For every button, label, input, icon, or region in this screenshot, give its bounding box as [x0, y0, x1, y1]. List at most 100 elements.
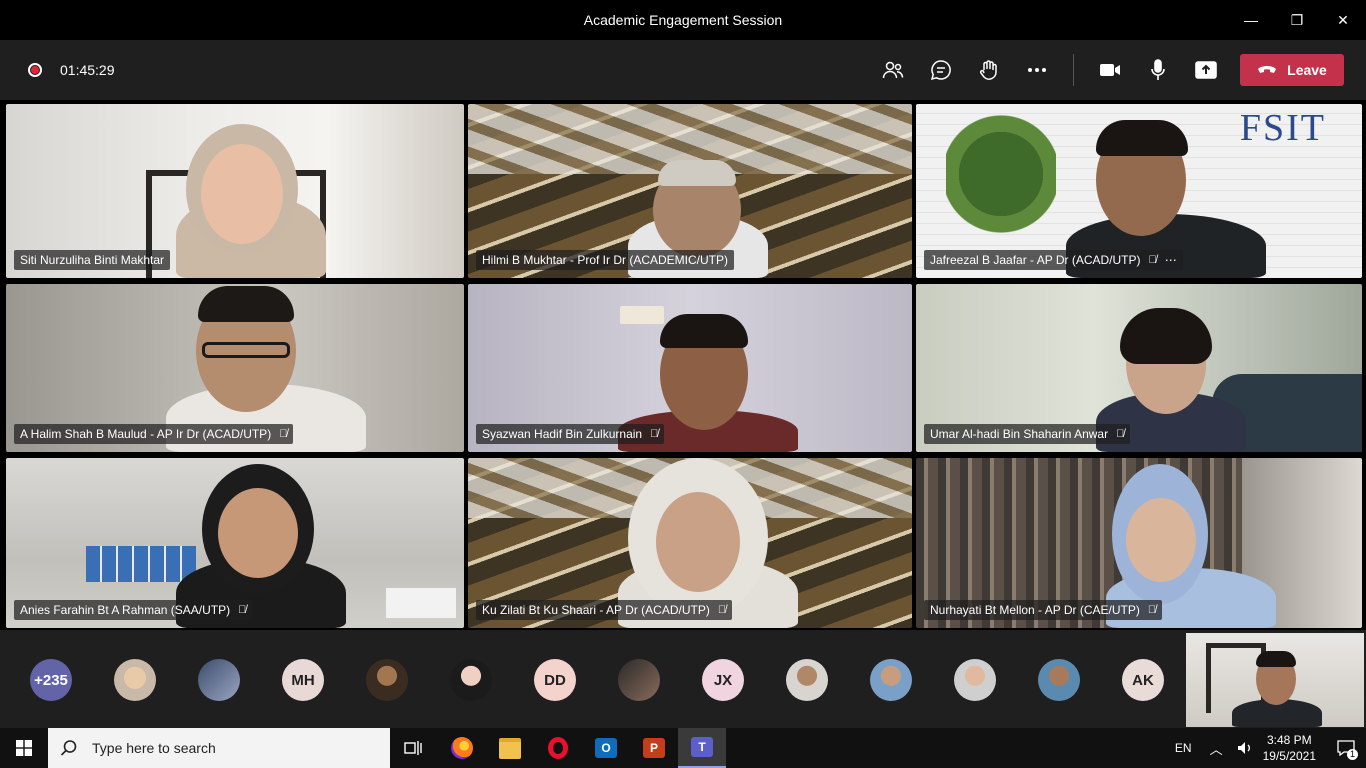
raise-hand-button[interactable]	[965, 46, 1013, 94]
participant-avatar[interactable]: DD	[534, 659, 576, 701]
participant-tile[interactable]: Hilmi B Mukhtar - Prof Ir Dr (ACADEMIC/U…	[468, 104, 912, 278]
notification-center-button[interactable]: 1	[1326, 728, 1366, 768]
overflow-count-avatar[interactable]: +235	[30, 659, 72, 701]
participant-tile[interactable]: A Halim Shah B Maulud - AP Ir Dr (ACAD/U…	[6, 284, 464, 452]
mic-off-icon: 🎙̸	[1147, 604, 1157, 616]
participant-name: A Halim Shah B Maulud - AP Ir Dr (ACAD/U…	[20, 427, 272, 441]
participant-name: Syazwan Hadif Bin Zulkurnain	[482, 427, 643, 441]
title-bar: Academic Engagement Session — ❐ ✕	[0, 0, 1366, 40]
taskbar-clock[interactable]: 3:48 PM 19/5/2021	[1263, 732, 1316, 764]
meeting-toolbar: 01:45:29 Leave	[0, 40, 1366, 100]
powerpoint-icon: P	[643, 738, 665, 758]
mic-off-icon: 🎙̸	[1116, 428, 1125, 440]
participant-tile[interactable]: Anies Farahin Bt A Rahman (SAA/UTP) 🎙̸	[6, 458, 464, 628]
show-conversation-button[interactable]	[917, 46, 965, 94]
participant-tile[interactable]: Umar Al-hadi Bin Shaharin Anwar 🎙̸	[916, 284, 1362, 452]
camera-button[interactable]	[1086, 46, 1134, 94]
participant-avatar[interactable]	[618, 659, 660, 701]
participant-name-tag: A Halim Shah B Maulud - AP Ir Dr (ACAD/U…	[14, 424, 294, 444]
file-explorer-app[interactable]	[486, 728, 534, 768]
participant-more-button[interactable]: ⋯	[1165, 253, 1177, 267]
participant-name: Hilmi B Mukhtar - Prof Ir Dr (ACADEMIC/U…	[482, 253, 729, 267]
task-view-button[interactable]	[390, 728, 438, 768]
mic-off-icon: 🎙̸	[717, 604, 727, 616]
mic-off-icon: 🎙̸	[1148, 254, 1157, 266]
participant-tile[interactable]: FSIT Jafreezal B Jaafar - AP Dr (ACAD/UT…	[916, 104, 1362, 278]
windows-taskbar: Type here to search O P T EN ︿ 3:48 PM 1…	[0, 728, 1366, 768]
participant-name-tag: Anies Farahin Bt A Rahman (SAA/UTP) 🎙̸	[14, 600, 253, 620]
self-view-video[interactable]	[1186, 633, 1364, 727]
mic-off-icon: 🎙̸	[238, 604, 247, 616]
participant-avatar[interactable]	[1038, 659, 1080, 701]
participant-avatar[interactable]: MH	[282, 659, 324, 701]
participant-roster: +235 MH DD JX AK	[0, 630, 1366, 728]
participant-name-tag: Nurhayati Bt Mellon - AP Dr (CAE/UTP) 🎙̸	[924, 600, 1163, 620]
leave-button[interactable]: Leave	[1240, 54, 1344, 86]
mic-button[interactable]	[1134, 46, 1182, 94]
search-placeholder: Type here to search	[92, 740, 216, 756]
chat-icon	[930, 60, 951, 81]
raise-hand-icon	[979, 60, 997, 80]
participant-avatar[interactable]: AK	[1122, 659, 1164, 701]
clock-time: 3:48 PM	[1266, 733, 1312, 747]
start-button[interactable]	[0, 728, 48, 768]
windows-logo-icon	[16, 740, 32, 756]
meeting-timer: 01:45:29	[60, 62, 115, 78]
participant-avatar[interactable]: JX	[702, 659, 744, 701]
participant-name-tag: Siti Nurzuliha Binti Makhtar	[14, 250, 171, 270]
speaker-icon[interactable]	[1237, 740, 1253, 756]
people-icon	[882, 61, 904, 79]
participant-name-tag: Syazwan Hadif Bin Zulkurnain 🎙̸	[476, 424, 665, 444]
task-view-icon	[404, 741, 422, 755]
language-indicator[interactable]: EN	[1175, 741, 1192, 755]
share-icon	[1195, 61, 1217, 79]
close-button[interactable]: ✕	[1320, 0, 1366, 40]
share-screen-button[interactable]	[1182, 46, 1230, 94]
more-actions-button[interactable]	[1013, 46, 1061, 94]
notification-count: 1	[1347, 749, 1358, 760]
chevron-up-icon[interactable]: ︿	[1210, 739, 1223, 758]
powerpoint-app[interactable]: P	[630, 728, 678, 768]
participant-name: Siti Nurzuliha Binti Makhtar	[20, 253, 165, 267]
window-title: Academic Engagement Session	[583, 12, 783, 28]
participant-avatar[interactable]	[786, 659, 828, 701]
participant-tile[interactable]: Syazwan Hadif Bin Zulkurnain 🎙̸	[468, 284, 912, 452]
recording-icon	[28, 63, 42, 77]
participant-tile[interactable]: Ku Zilati Bt Ku Shaari - AP Dr (ACAD/UTP…	[468, 458, 912, 628]
teams-app[interactable]: T	[678, 728, 726, 768]
opera-app[interactable]	[534, 728, 582, 768]
firefox-icon	[451, 737, 473, 759]
participant-name: Jafreezal B Jaafar - AP Dr (ACAD/UTP)	[930, 253, 1141, 267]
folder-icon	[499, 737, 521, 759]
participant-name-tag: Hilmi B Mukhtar - Prof Ir Dr (ACADEMIC/U…	[476, 250, 735, 270]
toolbar-divider	[1073, 54, 1074, 86]
camera-icon	[1100, 64, 1120, 76]
participant-tile[interactable]: Siti Nurzuliha Binti Makhtar	[6, 104, 464, 278]
mic-icon	[1151, 59, 1165, 80]
participant-avatar[interactable]	[198, 659, 240, 701]
participant-name: Ku Zilati Bt Ku Shaari - AP Dr (ACAD/UTP…	[482, 603, 710, 617]
participant-avatar[interactable]	[450, 659, 492, 701]
taskbar-search[interactable]: Type here to search	[48, 728, 390, 768]
participant-avatar[interactable]	[366, 659, 408, 701]
avatar-initials: JX	[713, 671, 733, 689]
avatar-initials: DD	[544, 671, 566, 689]
phone-hangup-icon	[1258, 66, 1277, 73]
show-participants-button[interactable]	[869, 46, 917, 94]
maximize-button[interactable]: ❐	[1274, 0, 1320, 40]
participant-name: Umar Al-hadi Bin Shaharin Anwar	[930, 427, 1109, 441]
minimize-button[interactable]: —	[1228, 0, 1274, 40]
window-controls: — ❐ ✕	[1228, 0, 1366, 40]
clock-date: 19/5/2021	[1262, 749, 1316, 763]
system-tray: EN ︿ 3:48 PM 19/5/2021 1	[1175, 728, 1366, 768]
participant-name: Nurhayati Bt Mellon - AP Dr (CAE/UTP)	[930, 603, 1140, 617]
participant-avatar[interactable]	[114, 659, 156, 701]
outlook-app[interactable]: O	[582, 728, 630, 768]
participant-avatar[interactable]	[870, 659, 912, 701]
more-icon	[1028, 68, 1046, 72]
participant-avatar[interactable]	[954, 659, 996, 701]
firefox-app[interactable]	[438, 728, 486, 768]
participant-tile[interactable]: Nurhayati Bt Mellon - AP Dr (CAE/UTP) 🎙̸	[916, 458, 1362, 628]
video-grid: Siti Nurzuliha Binti Makhtar Hilmi B Muk…	[6, 104, 1362, 628]
participant-name-tag: Umar Al-hadi Bin Shaharin Anwar 🎙̸	[924, 424, 1131, 444]
